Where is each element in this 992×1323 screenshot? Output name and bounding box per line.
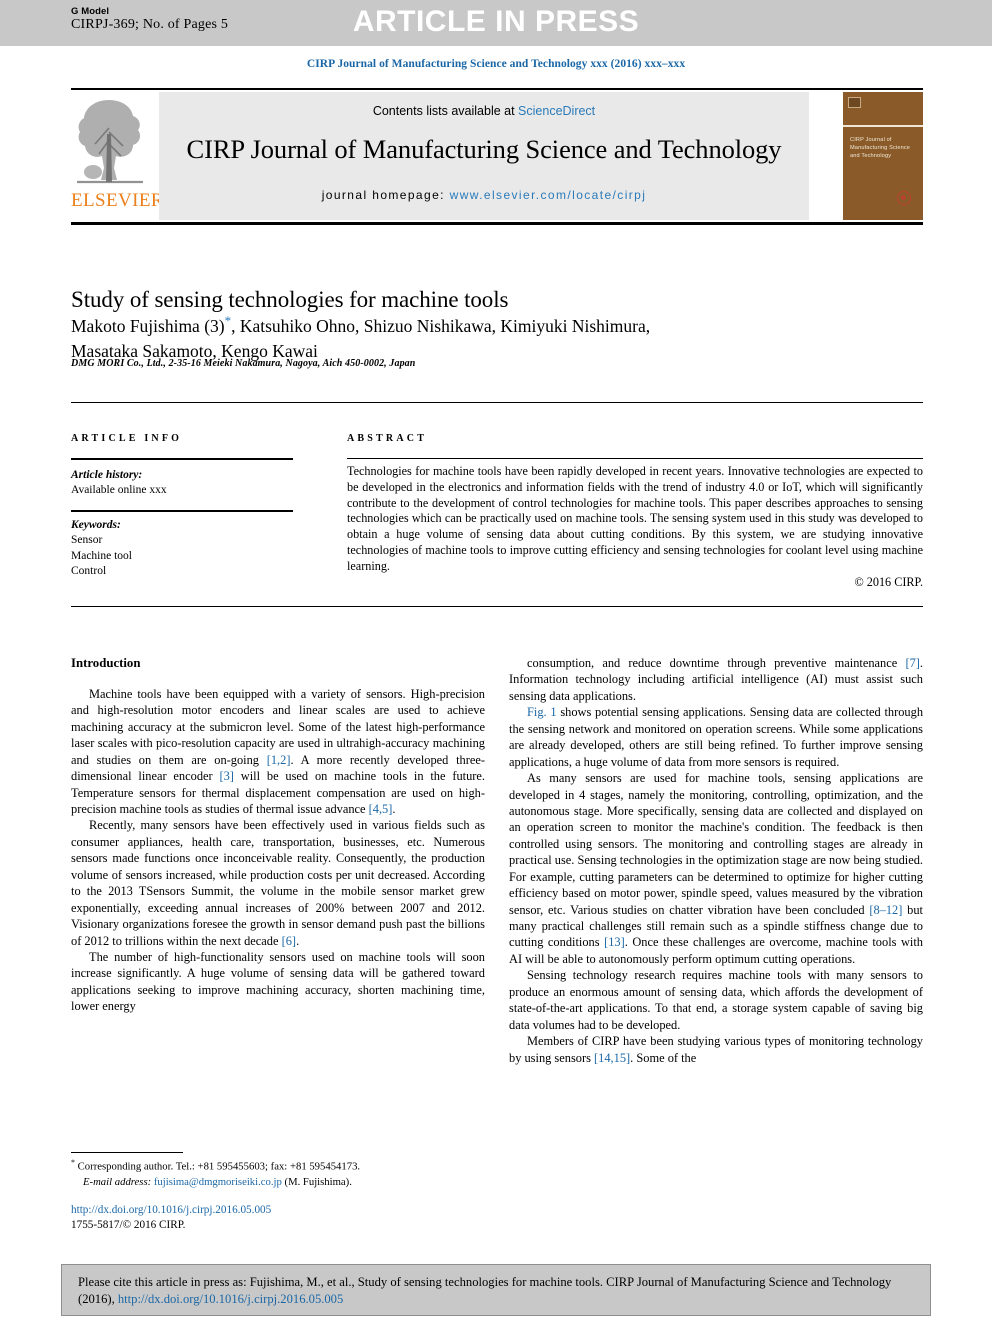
affiliation: DMG MORI Co., Ltd., 2-35-16 Meieki Nakam… <box>71 358 416 369</box>
body-top-rule <box>71 606 923 607</box>
paragraph: As many sensors are used for machine too… <box>509 771 924 966</box>
paragraph: consumption, and reduce downtime through… <box>509 656 923 703</box>
author-line-1-start: Makoto Fujishima (3) <box>71 315 225 336</box>
masthead-bottom-rule <box>71 222 923 226</box>
cite-doi-link[interactable]: http://dx.doi.org/10.1016/j.cirpj.2016.0… <box>118 1292 343 1306</box>
contents-lists-line: Contents lists available at ScienceDirec… <box>159 104 809 118</box>
elsevier-logo: ELSEVIER <box>71 92 164 220</box>
cover-chip-icon <box>848 97 861 108</box>
keywords-block: Keywords: Sensor Machine tool Control <box>71 518 301 580</box>
sciencedirect-link[interactable]: ScienceDirect <box>518 104 595 118</box>
paragraph: Recently, many sensors have been effecti… <box>71 818 485 948</box>
paragraph: The number of high-functionality sensors… <box>71 949 485 1014</box>
abstract-heading: ABSTRACT <box>347 433 428 444</box>
elsevier-tree-icon <box>77 100 143 184</box>
issn-copyright: 1755-5817/© 2016 CIRP. <box>71 1219 186 1232</box>
email-note: E-mail address: fujisima@dmgmoriseiki.co… <box>71 1175 485 1190</box>
paragraph: Fig. 1 shows potential sensing applicati… <box>509 705 924 769</box>
article-history-value: Available online xxx <box>71 484 167 497</box>
article-history: Article history: Available online xxx <box>71 468 301 499</box>
email-link[interactable]: fujisima@dmgmoriseiki.co.jp <box>154 1176 282 1188</box>
journal-banner: Contents lists available at ScienceDirec… <box>159 92 809 220</box>
body-column-right: consumption, and reduce downtime through… <box>509 655 923 1066</box>
paragraph: Members of CIRP have been studying vario… <box>509 1034 923 1065</box>
keywords-label: Keywords: <box>71 519 121 531</box>
section-heading-introduction: Introduction <box>71 656 141 670</box>
paragraph: Sensing technology research requires mac… <box>509 968 923 1032</box>
doi-block: http://dx.doi.org/10.1016/j.cirpj.2016.0… <box>71 1203 485 1234</box>
contents-lists-prefix: Contents lists available at <box>372 104 519 118</box>
abstract-copyright: © 2016 CIRP. <box>854 575 923 589</box>
citation-ref[interactable]: [6] <box>282 934 296 948</box>
paragraph: Machine tools have been equipped with a … <box>71 686 486 817</box>
doi-link[interactable]: http://dx.doi.org/10.1016/j.cirpj.2016.0… <box>71 1203 485 1218</box>
keyword-item: Control <box>71 565 107 578</box>
homepage-url[interactable]: www.elsevier.com/locate/cirpj <box>450 188 647 202</box>
article-in-press-title: ARTICLE IN PRESS <box>352 5 640 38</box>
masthead-top-rule <box>71 88 923 90</box>
page-title: Study of sensing technologies for machin… <box>71 287 509 313</box>
author-list: Makoto Fujishima (3)*, Katsuhiko Ohno, S… <box>71 312 871 364</box>
figure-ref[interactable]: Fig. 1 <box>527 705 557 719</box>
abstract-rule <box>347 458 923 459</box>
abstract-text: Technologies for machine tools have been… <box>347 464 923 573</box>
keywords-rule <box>71 510 293 513</box>
citation-ref[interactable]: [1,2] <box>267 753 291 767</box>
corresponding-author-text: Corresponding author. Tel.: +81 59545560… <box>75 1160 361 1173</box>
journal-cover-thumbnail: CIRP Journal of Manufacturing Science an… <box>843 92 923 220</box>
running-head: CIRP Journal of Manufacturing Science an… <box>306 58 686 70</box>
citation-ref[interactable]: [14,15] <box>594 1051 630 1065</box>
homepage-prefix: journal homepage: <box>321 188 450 202</box>
info-section-top-rule <box>71 402 923 403</box>
corresponding-author-note: * Corresponding author. Tel.: +81 595455… <box>71 1157 485 1175</box>
citation-ref[interactable]: [4,5] <box>369 802 393 816</box>
elsevier-wordmark: ELSEVIER <box>71 190 164 211</box>
article-info-rule <box>71 458 293 461</box>
citation-ref[interactable]: [13] <box>604 935 625 949</box>
article-info-heading: ARTICLE INFO <box>71 433 183 444</box>
cover-title: CIRP Journal of Manufacturing Science an… <box>850 137 911 160</box>
email-label: E-mail address: <box>83 1175 152 1188</box>
journal-title: CIRP Journal of Manufacturing Science an… <box>186 134 782 164</box>
cite-this-article-box: Please cite this article in press as: Fu… <box>61 1264 931 1316</box>
footnote-block: * Corresponding author. Tel.: +81 595455… <box>71 1157 485 1190</box>
email-suffix: (M. Fujishima). <box>281 1175 352 1188</box>
article-history-label: Article history: <box>71 469 143 481</box>
body-column-left: Introduction Machine tools have been equ… <box>71 655 485 1015</box>
journal-homepage-line: journal homepage: www.elsevier.com/locat… <box>159 188 809 202</box>
cover-divider <box>843 125 923 127</box>
cite-this-article-text: Please cite this article in press as: Fu… <box>78 1274 916 1309</box>
citation-ref[interactable]: [3] <box>219 769 233 783</box>
citation-ref[interactable]: [8–12] <box>869 903 902 917</box>
keyword-item: Sensor <box>71 534 103 547</box>
cirp-seal-icon <box>897 191 911 205</box>
journal-masthead: ELSEVIER Contents lists available at Sci… <box>71 92 923 220</box>
author-line-1-end: , Katsuhiko Ohno, Shizuo Nishikawa, Kimi… <box>231 315 651 336</box>
keyword-item: Machine tool <box>71 549 132 562</box>
citation-ref[interactable]: [7] <box>905 656 919 670</box>
footnote-rule <box>71 1152 183 1153</box>
